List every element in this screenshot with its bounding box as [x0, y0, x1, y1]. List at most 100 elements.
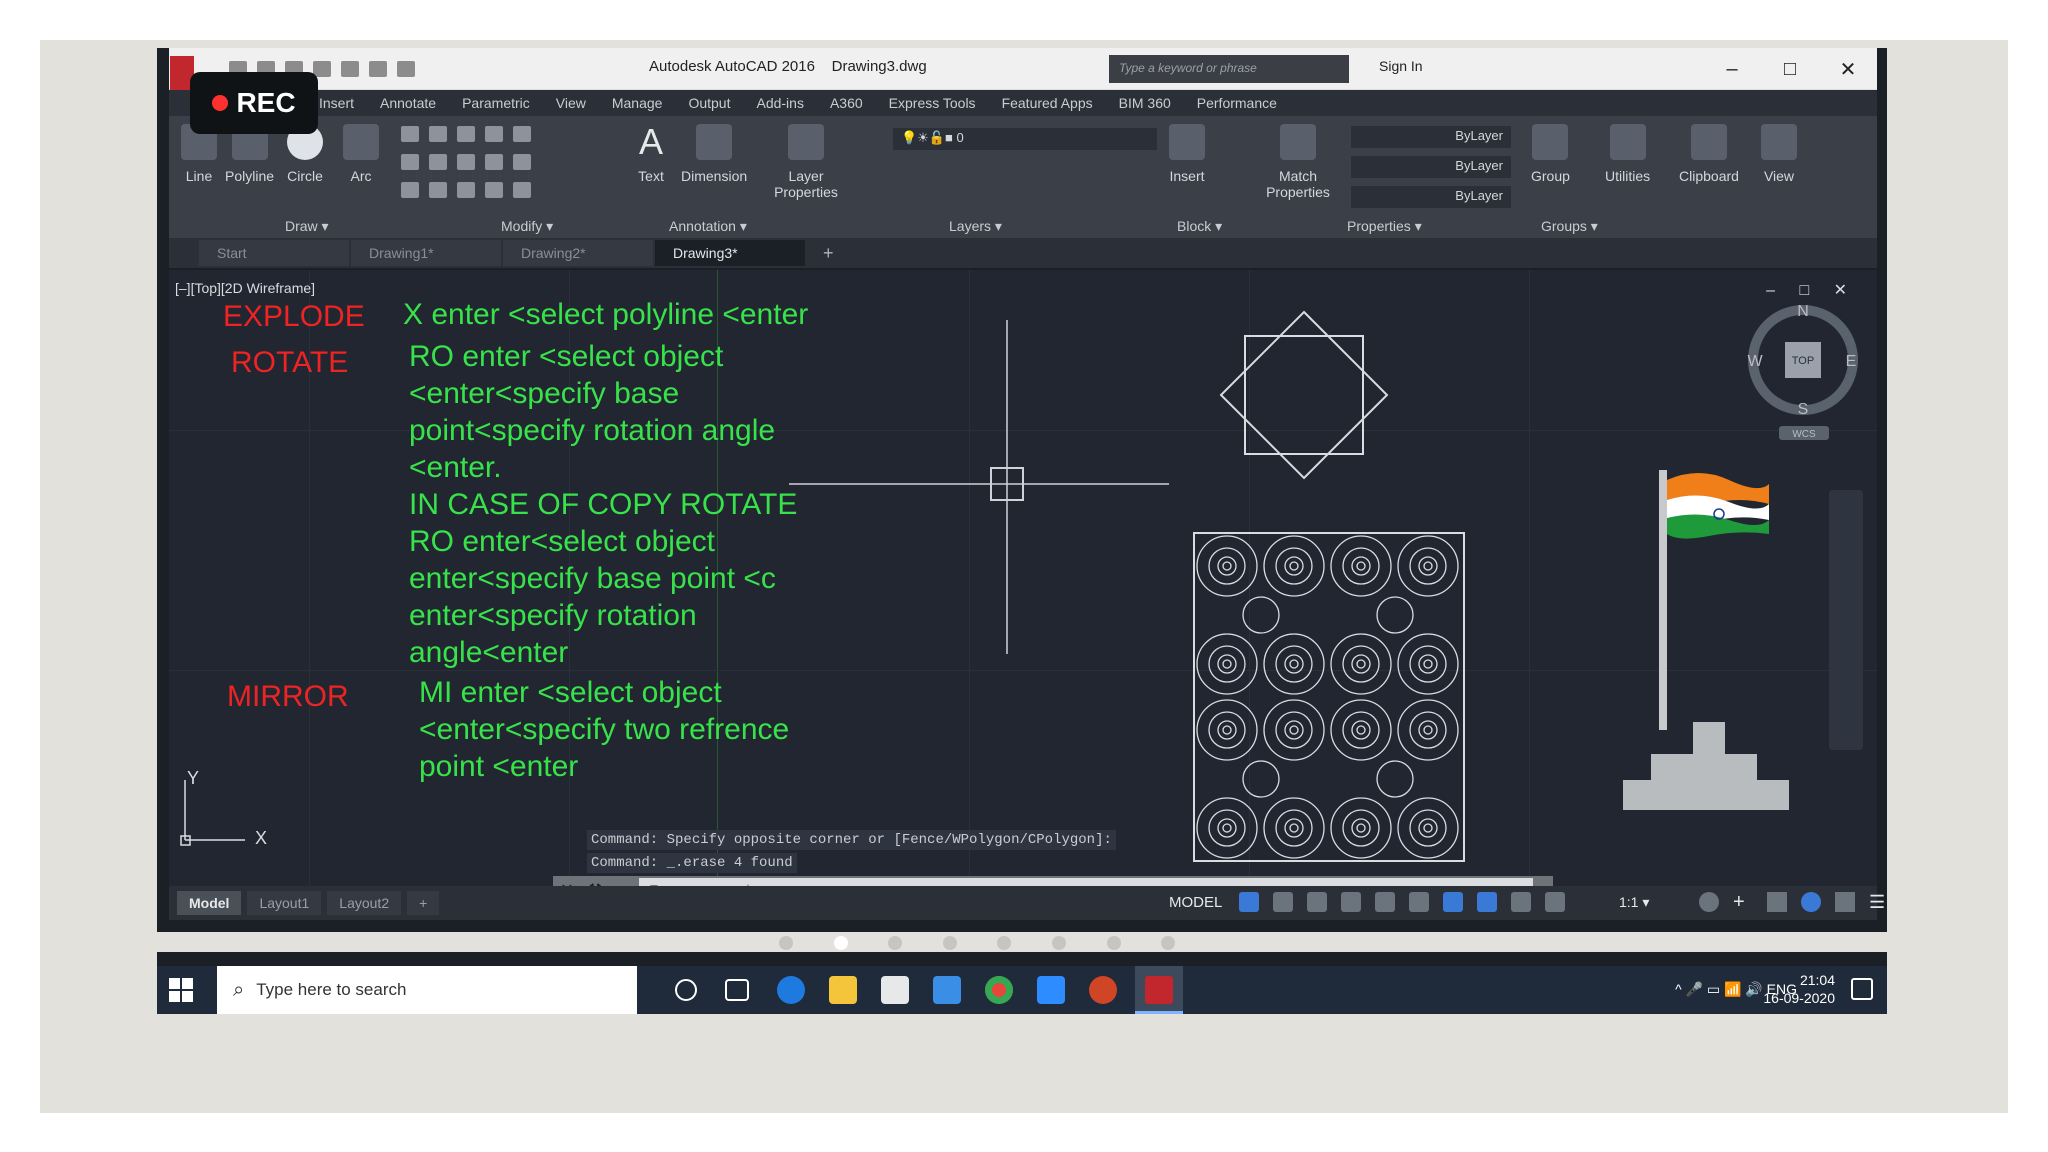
navigation-bar[interactable] — [1829, 490, 1863, 750]
edge-icon[interactable] — [777, 976, 805, 1004]
group-block[interactable]: Block ▾ — [1177, 218, 1222, 235]
add-layout-button[interactable]: + — [407, 891, 440, 915]
tab-a360[interactable]: A360 — [830, 95, 863, 111]
tab-output[interactable]: Output — [688, 95, 730, 111]
fullscreen-icon[interactable] — [1835, 892, 1855, 912]
layer-properties-tool[interactable]: Layer Properties — [771, 124, 841, 200]
hardware-acceleration-icon[interactable] — [1801, 892, 1821, 912]
view-tool[interactable]: View — [1761, 124, 1797, 184]
group-layers[interactable]: Layers ▾ — [949, 218, 1002, 235]
arc-tool[interactable]: Arc — [343, 124, 379, 184]
group-annotation[interactable]: Annotation ▾ — [669, 218, 747, 235]
taskbar-search[interactable]: ⌕ Type here to search — [217, 966, 637, 1014]
tab-parametric[interactable]: Parametric — [462, 95, 530, 111]
navigation-cube[interactable]: TOP N S E W WCS — [1743, 300, 1863, 440]
drawing-viewport[interactable]: [–][Top][2D Wireframe] – □ ✕ EXPLODE X e… — [169, 270, 1877, 904]
tab-start[interactable]: Start — [199, 240, 349, 266]
region-icon[interactable] — [485, 182, 503, 198]
linetype-dropdown[interactable]: ByLayer — [1351, 156, 1511, 178]
undo-icon[interactable] — [369, 61, 387, 77]
sign-in-button[interactable]: Sign In — [1379, 58, 1423, 74]
trim-icon[interactable] — [457, 126, 475, 142]
tab-featured-apps[interactable]: Featured Apps — [1002, 95, 1093, 111]
slide-dot[interactable] — [997, 936, 1011, 950]
slide-dot[interactable] — [834, 936, 848, 950]
transparency-icon[interactable] — [1477, 892, 1497, 912]
otrack-icon[interactable] — [1409, 892, 1429, 912]
polar-icon[interactable] — [1341, 892, 1361, 912]
tab-manage[interactable]: Manage — [612, 95, 663, 111]
clipboard-tool[interactable]: Clipboard — [1679, 124, 1739, 184]
close-button[interactable]: ✕ — [1819, 48, 1877, 90]
lineweight-icon[interactable] — [1443, 892, 1463, 912]
task-view-icon[interactable] — [725, 979, 749, 1001]
powerpoint-icon[interactable] — [1089, 976, 1117, 1004]
group-modify[interactable]: Modify ▾ — [501, 218, 553, 235]
windows-start-icon[interactable] — [169, 978, 193, 1002]
new-tab-button[interactable]: + — [807, 243, 834, 264]
tab-layout2[interactable]: Layout2 — [327, 891, 402, 915]
stretch-icon[interactable] — [401, 182, 419, 198]
tab-insert[interactable]: Insert — [319, 95, 354, 111]
group-groups[interactable]: Groups ▾ — [1541, 218, 1598, 235]
fillet-icon[interactable] — [457, 154, 475, 170]
ortho-icon[interactable] — [1307, 892, 1327, 912]
slide-dot[interactable] — [779, 936, 793, 950]
snap-icon[interactable] — [1273, 892, 1293, 912]
taskbar-clock[interactable]: 21:04 16-09-2020 — [1763, 971, 1835, 1007]
offset-icon[interactable] — [485, 154, 503, 170]
model-space-button[interactable]: MODEL — [1169, 894, 1222, 911]
hatch-icon[interactable] — [457, 182, 475, 198]
isolate-icon[interactable] — [1767, 892, 1787, 912]
group-tool[interactable]: Group — [1531, 124, 1570, 184]
zoom-icon[interactable] — [1037, 976, 1065, 1004]
store-icon[interactable] — [881, 976, 909, 1004]
selection-cycling-icon[interactable] — [1511, 892, 1531, 912]
erase-icon[interactable] — [485, 126, 503, 142]
scale-icon[interactable] — [429, 182, 447, 198]
workspace-gear-icon[interactable] — [1699, 892, 1719, 912]
tab-add-ins[interactable]: Add-ins — [756, 95, 803, 111]
mail-icon[interactable] — [933, 976, 961, 1004]
move-icon[interactable] — [401, 126, 419, 142]
slide-dot[interactable] — [1107, 936, 1121, 950]
osnap-icon[interactable] — [1375, 892, 1395, 912]
lineweight-dropdown[interactable]: ByLayer — [1351, 186, 1511, 208]
autocad-taskbar-button[interactable] — [1135, 966, 1183, 1014]
slide-dot[interactable] — [1161, 936, 1175, 950]
plot-icon[interactable] — [341, 61, 359, 77]
annotation-scale-icon[interactable] — [1545, 892, 1565, 912]
rotate-icon[interactable] — [429, 126, 447, 142]
tab-bim-360[interactable]: BIM 360 — [1119, 95, 1171, 111]
save-as-icon[interactable] — [313, 61, 331, 77]
insert-tool[interactable]: Insert — [1169, 124, 1205, 184]
menu-icon[interactable]: ☰ — [1869, 892, 1887, 912]
group-draw[interactable]: Draw ▾ — [285, 218, 329, 235]
tab-layout1[interactable]: Layout1 — [247, 891, 322, 915]
tab-express-tools[interactable]: Express Tools — [889, 95, 976, 111]
utilities-tool[interactable]: Utilities — [1605, 124, 1650, 184]
explode-icon[interactable] — [513, 126, 531, 142]
color-dropdown[interactable]: ByLayer — [1351, 126, 1511, 148]
redo-icon[interactable] — [397, 61, 415, 77]
dimension-tool[interactable]: Dimension — [681, 124, 747, 184]
tab-view[interactable]: View — [556, 95, 586, 111]
cortana-icon[interactable] — [675, 979, 697, 1001]
tab-performance[interactable]: Performance — [1197, 95, 1277, 111]
match-properties-tool[interactable]: Match Properties — [1263, 124, 1333, 200]
file-explorer-icon[interactable] — [829, 976, 857, 1004]
minimize-button[interactable]: – — [1703, 48, 1761, 90]
maximize-button[interactable]: □ — [1761, 48, 1819, 90]
chrome-icon[interactable] — [985, 976, 1013, 1004]
tab-drawing1[interactable]: Drawing1* — [351, 240, 501, 266]
tab-drawing3[interactable]: Drawing3* — [655, 240, 805, 266]
slide-dot[interactable] — [888, 936, 902, 950]
tab-annotate[interactable]: Annotate — [380, 95, 436, 111]
plus-icon[interactable]: + — [1733, 892, 1753, 912]
measure-icon[interactable] — [513, 182, 531, 198]
mirror-icon[interactable] — [429, 154, 447, 170]
layer-dropdown[interactable]: 💡☀🔓■ 0 — [893, 128, 1157, 150]
copy-icon[interactable] — [401, 154, 419, 170]
tab-drawing2[interactable]: Drawing2* — [503, 240, 653, 266]
text-tool[interactable]: A Text — [633, 124, 669, 185]
